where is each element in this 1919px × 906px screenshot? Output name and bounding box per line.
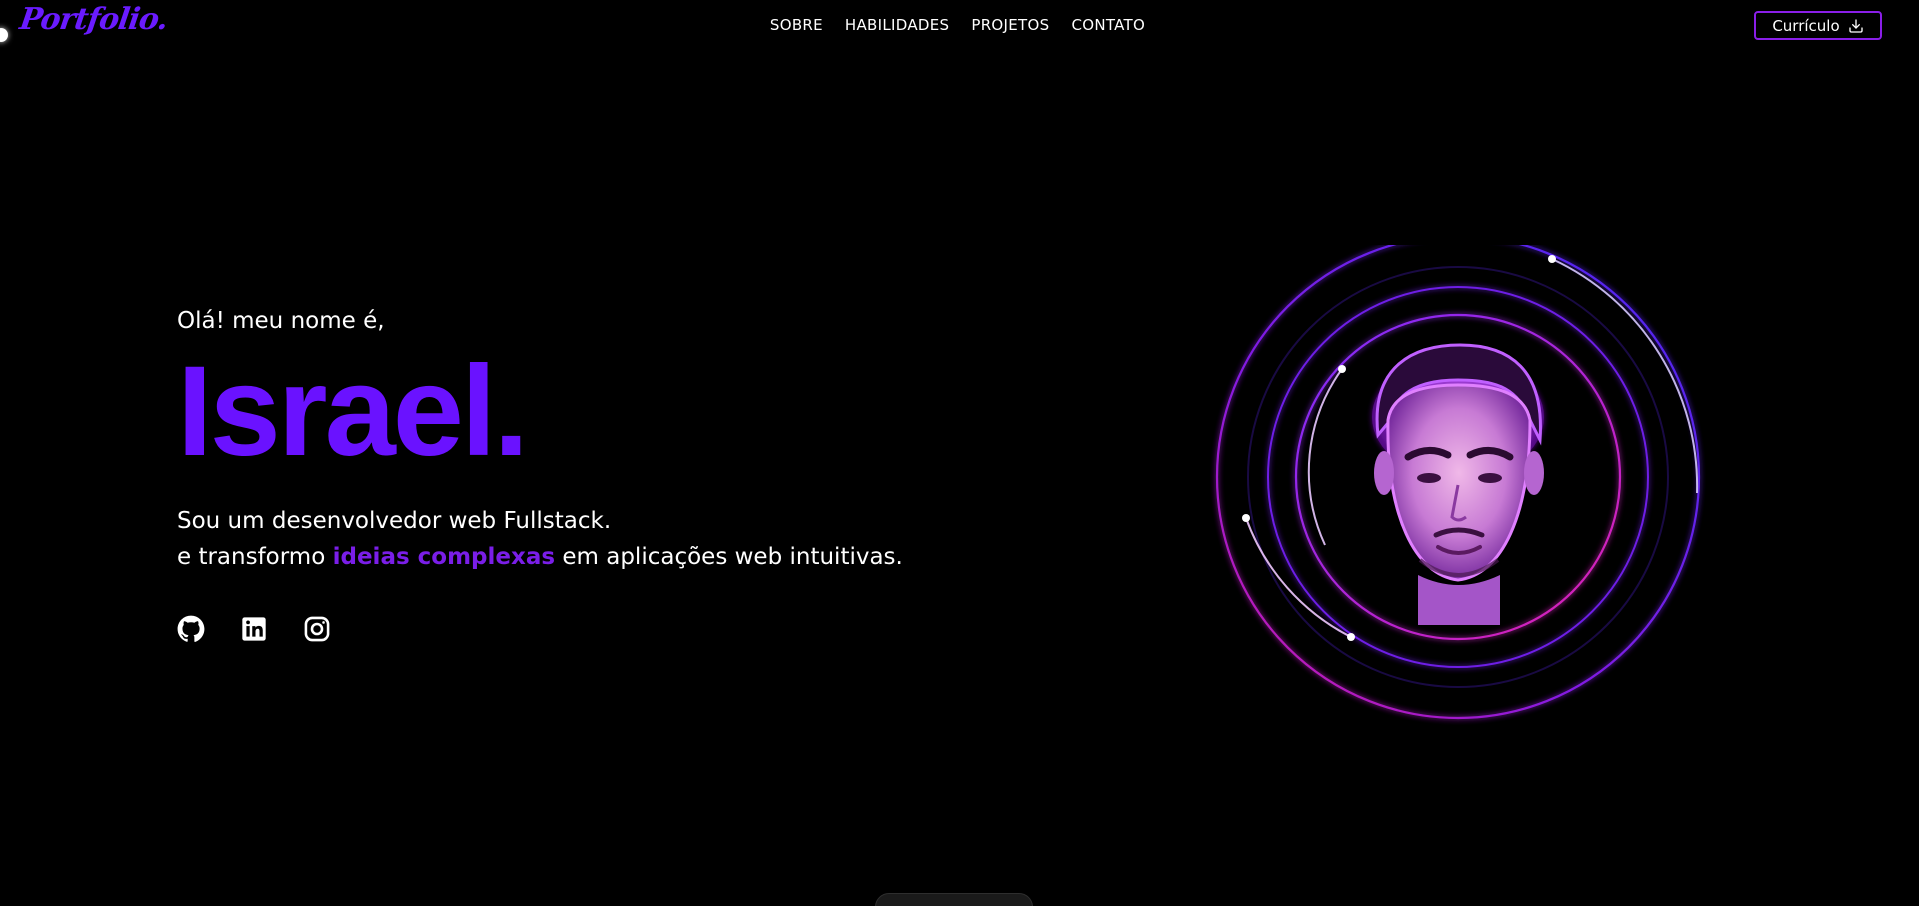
instagram-link[interactable] <box>303 615 331 643</box>
arc-left-lower <box>1245 517 1352 638</box>
hero-highlight: ideias complexas <box>332 544 556 570</box>
main-nav: SOBRE HABILIDADES PROJETOS CONTATO <box>0 16 1919 34</box>
portrait-avatar <box>1372 343 1544 625</box>
hero-line-2: e transformo ideias complexas em aplicaç… <box>177 539 903 575</box>
instagram-icon <box>304 616 330 642</box>
social-links <box>177 615 331 643</box>
hero-greeting: Olá! meu nome é, <box>177 308 385 334</box>
page: Portfolio. SOBRE HABILIDADES PROJETOS CO… <box>0 0 1919 906</box>
github-link[interactable] <box>177 615 205 643</box>
arc-dot-left-lower-2 <box>1347 633 1355 641</box>
hero-line-1: Sou um desenvolvedor web Fullstack. <box>177 508 612 534</box>
hero-name: Israel. <box>177 340 529 483</box>
hero-line-2-suffix: em aplicações web intuitivas. <box>555 544 903 570</box>
linkedin-link[interactable] <box>240 615 268 643</box>
arc-top-right <box>1551 258 1699 494</box>
bottom-floating-toolbar[interactable] <box>875 893 1033 906</box>
nav-item-projetos[interactable]: PROJETOS <box>971 16 1049 34</box>
portrait-rings-illustration <box>1215 245 1701 720</box>
curriculo-label: Currículo <box>1772 16 1840 35</box>
nav-item-sobre[interactable]: SOBRE <box>770 16 823 34</box>
linkedin-icon <box>242 617 266 641</box>
nav-item-habilidades[interactable]: HABILIDADES <box>845 16 949 34</box>
nav-item-contato[interactable]: CONTATO <box>1071 16 1145 34</box>
hero-description: Sou um desenvolvedor web Fullstack. e tr… <box>177 503 903 575</box>
arc-dot-left-lower-1 <box>1242 514 1250 522</box>
github-icon <box>177 615 205 642</box>
download-icon <box>1848 18 1863 33</box>
curriculo-download-button[interactable]: Currículo <box>1754 11 1882 40</box>
arc-dot-left-inner <box>1338 365 1346 373</box>
arc-left-inner <box>1307 368 1343 546</box>
arc-dot-top-right <box>1548 255 1556 263</box>
hero-line-2-prefix: e transformo <box>177 544 333 570</box>
